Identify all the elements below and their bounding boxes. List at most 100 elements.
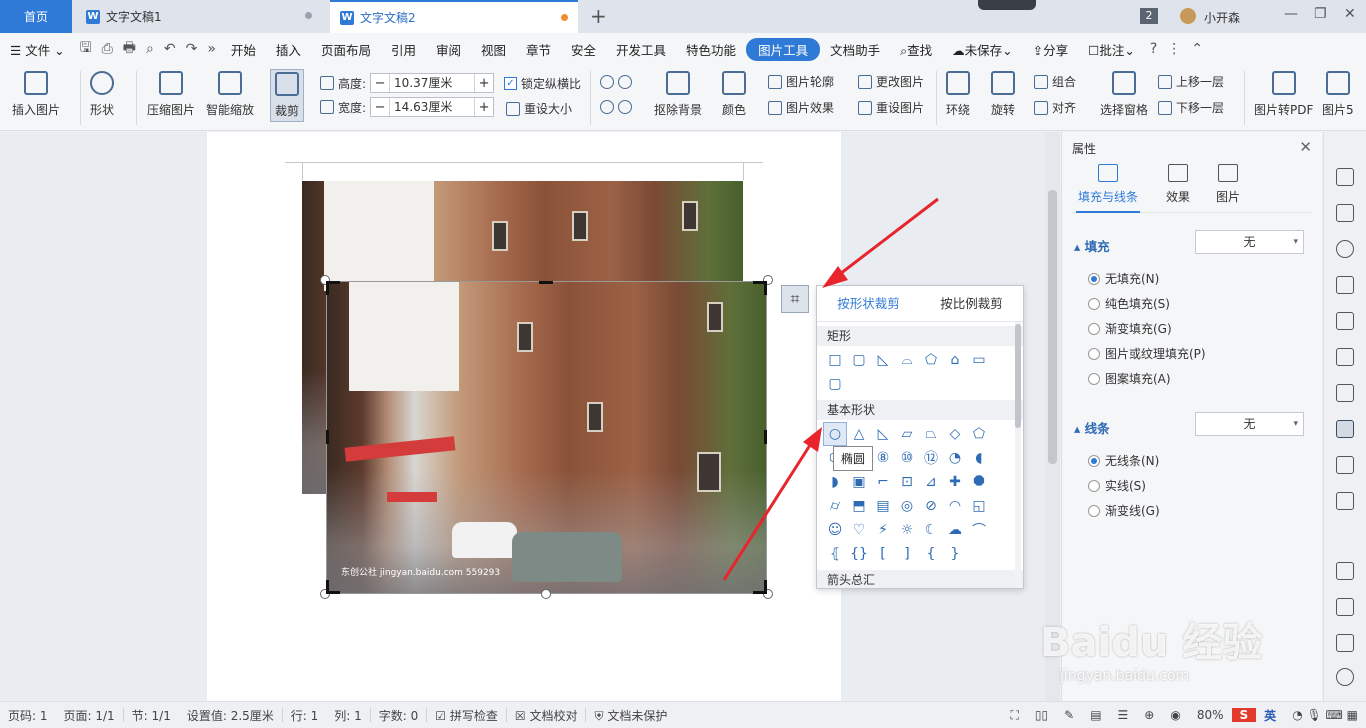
shape-option[interactable]: ☾ (919, 518, 943, 542)
close-icon[interactable]: ✕ (1344, 6, 1356, 22)
smart-zoom-button[interactable]: 智能缩放 (206, 71, 254, 118)
ime-mode[interactable]: 英 (1256, 707, 1284, 724)
picture-outline-button[interactable]: 图片轮廓 (768, 73, 834, 90)
radio-line-gradient[interactable]: 渐变线(G) (1088, 502, 1160, 519)
insert-picture-button[interactable]: 插入图片 (12, 71, 60, 118)
unsaved-dot-icon[interactable] (561, 14, 568, 21)
resize-handle[interactable] (541, 589, 551, 599)
brightness-buttons[interactable] (600, 75, 636, 89)
shape-option[interactable]: } (943, 542, 967, 566)
fullscreen-icon[interactable]: ⛶ (1003, 708, 1027, 723)
shape-option[interactable]: ☼ (895, 518, 919, 542)
status-words[interactable]: 字数: 0 (371, 707, 427, 724)
reset-picture-button[interactable]: 重设图片 (858, 99, 924, 116)
close-panel-icon[interactable]: ✕ (1299, 138, 1312, 156)
height-input[interactable]: 10.37厘米 (389, 74, 476, 92)
collapse-ribbon-icon[interactable]: ⌃ (1186, 41, 1208, 57)
shape-option[interactable]: ⬠ (967, 422, 991, 446)
shape-option[interactable]: ⌂ (943, 348, 967, 372)
fill-section-toggle[interactable]: ▴ 填充 (1074, 236, 1110, 255)
shape-option[interactable]: ⑧ (871, 446, 895, 470)
radio-fill-none[interactable]: 无填充(N) (1088, 270, 1159, 287)
shape-option[interactable]: ⌓ (895, 348, 919, 372)
shape-option[interactable]: ⦃ (823, 542, 847, 566)
menu-insert[interactable]: 插入 (266, 40, 311, 59)
shape-option[interactable]: ◺ (871, 422, 895, 446)
image-gallery-icon[interactable] (1336, 456, 1354, 474)
radio-fill-solid[interactable]: 纯色填充(S) (1088, 295, 1170, 312)
shape-option[interactable]: ⌒ (967, 518, 991, 542)
height-spinner[interactable]: −10.37厘米 + (370, 73, 495, 93)
pen-icon[interactable] (1336, 168, 1354, 186)
shape-option[interactable]: ▢ (847, 348, 871, 372)
search-button[interactable]: ⌕查找 (890, 40, 942, 59)
shape-option[interactable]: ▤ (871, 494, 895, 518)
shape-option[interactable]: ⌐ (871, 470, 895, 494)
fill-select[interactable]: 无 ▾ (1195, 230, 1304, 254)
height-increase-button[interactable]: + (475, 76, 493, 91)
shape-ellipse[interactable]: ○ (823, 422, 847, 446)
picture-to-pdf-button[interactable]: 图片转PDF (1254, 71, 1313, 118)
restore-icon[interactable]: ❐ (1314, 6, 1327, 22)
shape-option[interactable]: ▣ (847, 470, 871, 494)
shape-option[interactable]: [ (871, 542, 895, 566)
tab-crop-by-ratio[interactable]: 按比例裁剪 (920, 286, 1023, 321)
web-view-icon[interactable]: ⊕ (1136, 708, 1162, 722)
menu-review[interactable]: 审阅 (426, 40, 471, 59)
tab-close-dot-icon[interactable] (305, 12, 312, 19)
shape-option[interactable]: ◠ (943, 494, 967, 518)
scrollbar-thumb[interactable] (1048, 190, 1057, 464)
shape-option[interactable]: ◖ (967, 446, 991, 470)
properties-title[interactable]: 属性 (1072, 140, 1096, 157)
help-icon[interactable] (1336, 668, 1354, 686)
shape-option[interactable]: ⑫ (919, 446, 943, 470)
more-menu-icon[interactable]: ⋮ (1162, 41, 1186, 57)
more-icon[interactable]: » (202, 41, 221, 57)
group-button[interactable]: 组合 (1034, 73, 1076, 90)
popup-scrollbar-thumb[interactable] (1015, 324, 1021, 428)
crop-handle[interactable] (326, 580, 329, 594)
shape-option[interactable]: ⏢ (919, 422, 943, 446)
remove-background-button[interactable]: 抠除背景 (654, 71, 702, 118)
write-view-icon[interactable]: ✎ (1056, 708, 1082, 722)
popup-scrollbar[interactable] (1015, 322, 1021, 588)
tab-doc2[interactable]: W 文字文稿2 (330, 0, 578, 33)
avatar[interactable] (1180, 8, 1196, 24)
height-decrease-button[interactable]: − (371, 76, 389, 91)
preview-icon[interactable]: ⌕ (141, 41, 159, 57)
shape-option[interactable]: △ (847, 422, 871, 446)
menu-picture-tools[interactable]: 图片工具 (746, 37, 821, 61)
tab-fill-line[interactable]: 填充与线条 (1076, 164, 1140, 205)
crop-handle[interactable] (764, 281, 767, 295)
shield-icon[interactable] (1336, 634, 1354, 652)
menu-security[interactable]: 安全 (561, 40, 606, 59)
shapes-icon[interactable] (1336, 276, 1354, 294)
shape-option[interactable]: ☁ (943, 518, 967, 542)
radio-line-solid[interactable]: 实线(S) (1088, 477, 1146, 494)
protect-button[interactable]: ⛨ 文档未保护 (586, 707, 675, 724)
export-icon[interactable] (1336, 492, 1354, 510)
width-increase-button[interactable]: + (475, 100, 493, 115)
comment-button[interactable]: ☐批注⌄ (1078, 40, 1145, 59)
lock-ratio-checkbox[interactable]: ✓ 锁定纵横比 (504, 75, 581, 92)
selection-pane-button[interactable]: 选择窗格 (1100, 71, 1148, 118)
shape-option[interactable]: ▭ (967, 348, 991, 372)
archive-icon[interactable] (1336, 562, 1354, 580)
menu-layout[interactable]: 页面布局 (311, 40, 381, 59)
radio-fill-gradient[interactable]: 渐变填充(G) (1088, 320, 1172, 337)
ime-s-icon[interactable]: S (1231, 708, 1257, 722)
picture-selected[interactable]: 东创公社 jingyan.baidu.com 559293 (326, 281, 767, 594)
tab-doc1[interactable]: W 文字文稿1 (76, 0, 322, 33)
shape-option[interactable]: ◔ (943, 446, 967, 470)
eye-protect-icon[interactable]: ◉ (1162, 708, 1188, 722)
crop-button[interactable]: 裁剪 (270, 69, 305, 122)
shape-button[interactable]: 形状 (90, 71, 114, 118)
tab-picture[interactable]: 图片 (1198, 164, 1258, 205)
properties-sliders-icon[interactable] (1336, 420, 1354, 438)
shape-option[interactable]: ⌭ (823, 494, 847, 518)
shape-option[interactable]: ◺ (871, 348, 895, 372)
wrap-button[interactable]: 环绕 (946, 71, 970, 118)
menu-chapter[interactable]: 章节 (516, 40, 561, 59)
shape-option[interactable]: ✚ (943, 470, 967, 494)
proofread-button[interactable]: ☒ 文档校对 (507, 707, 586, 724)
